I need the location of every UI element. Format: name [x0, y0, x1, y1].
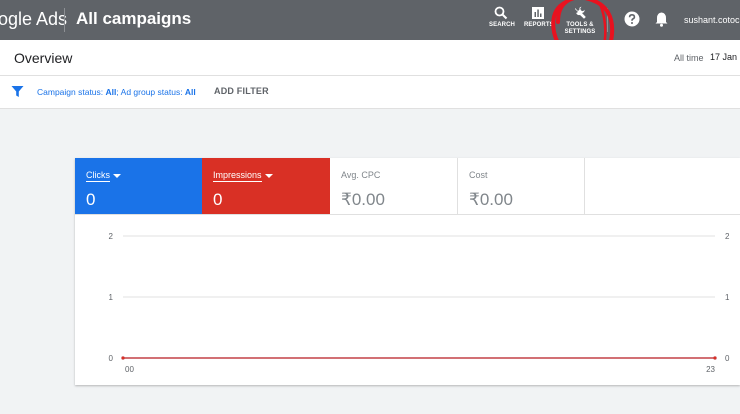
metric-impressions-selector[interactable]: Impressions: [213, 170, 273, 182]
search-label: SEARCH: [489, 22, 515, 28]
metric-clicks[interactable]: Clicks 0: [75, 158, 202, 214]
reports-button[interactable]: REPORTS: [524, 6, 554, 29]
overview-header: Overview All time 17 Jan: [0, 40, 740, 76]
search-icon: [494, 6, 508, 20]
x-axis-tick-label: 00: [125, 365, 134, 374]
y-axis-left-tick-label: 2: [109, 232, 114, 241]
x-axis-tick-label: 23: [706, 365, 715, 374]
campaign-status-value: All: [105, 87, 117, 97]
tools-label-line1: TOOLS &: [566, 22, 594, 28]
metric-clicks-name: Clicks: [86, 170, 110, 182]
metric-cost-name: Cost: [469, 170, 488, 180]
tools-label-line2: SETTINGS: [564, 29, 596, 35]
y-axis-right-tick-label: 2: [725, 232, 730, 241]
overview-title: Overview: [14, 50, 73, 66]
wrench-icon: [575, 6, 586, 19]
series-point-impressions: [713, 356, 717, 360]
metric-cost-value: ₹0.00: [469, 190, 513, 209]
metric-clicks-selector[interactable]: Clicks: [86, 170, 121, 182]
help-button[interactable]: [624, 11, 640, 32]
ad-group-status-label: Ad group status:: [120, 87, 185, 97]
metric-avg-cpc-value: ₹0.00: [341, 190, 385, 209]
metric-avg-cpc-name: Avg. CPC: [341, 170, 381, 180]
reports-icon: [532, 7, 544, 19]
search-button[interactable]: SEARCH: [489, 6, 515, 29]
reports-label: REPORTS: [524, 22, 554, 28]
header-divider: [64, 8, 65, 32]
filter-bar: Campaign status: All; Ad group status: A…: [0, 76, 740, 109]
y-axis-right-tick-label: 0: [725, 354, 730, 363]
tools-and-settings-button[interactable]: TOOLS & SETTINGS: [564, 6, 596, 36]
top-app-bar: ogle Ads All campaigns SEARCH REPORTS TO…: [0, 0, 740, 40]
caret-down-icon: [264, 173, 273, 178]
add-filter-button[interactable]: ADD FILTER: [214, 86, 269, 96]
google-ads-logo[interactable]: ogle Ads: [0, 9, 67, 30]
metric-impressions-value: 0: [213, 190, 223, 209]
metric-impressions[interactable]: Impressions 0: [202, 158, 330, 214]
bell-icon: [655, 12, 668, 27]
y-axis-left-tick-label: 0: [109, 354, 114, 363]
filter-funnel-icon[interactable]: [11, 85, 24, 98]
caret-down-icon: [113, 173, 121, 178]
help-icon: [624, 11, 640, 27]
y-axis-right-tick-label: 1: [725, 293, 730, 302]
header-divider-right: [607, 8, 608, 32]
y-axis-left-tick-label: 1: [109, 293, 114, 302]
metric-avg-cpc[interactable]: Avg. CPC ₹0.00: [330, 158, 458, 214]
metric-impressions-name: Impressions: [213, 170, 262, 182]
notifications-button[interactable]: [654, 11, 669, 32]
date-range-label[interactable]: All time: [674, 53, 704, 63]
campaign-status-label: Campaign status:: [37, 87, 106, 97]
account-email[interactable]: sushant.cotocu: [684, 15, 740, 25]
active-filters[interactable]: Campaign status: All; Ad group status: A…: [37, 87, 196, 97]
date-range-value[interactable]: 17 Jan: [710, 52, 737, 62]
page-title: All campaigns: [76, 9, 192, 28]
series-point-impressions: [121, 356, 125, 360]
metric-clicks-value: 0: [86, 190, 96, 209]
performance-line-chart: 2 21 10 000 23: [109, 232, 730, 374]
ad-group-status-value: All: [184, 87, 196, 97]
metric-cost[interactable]: Cost ₹0.00: [458, 158, 585, 214]
